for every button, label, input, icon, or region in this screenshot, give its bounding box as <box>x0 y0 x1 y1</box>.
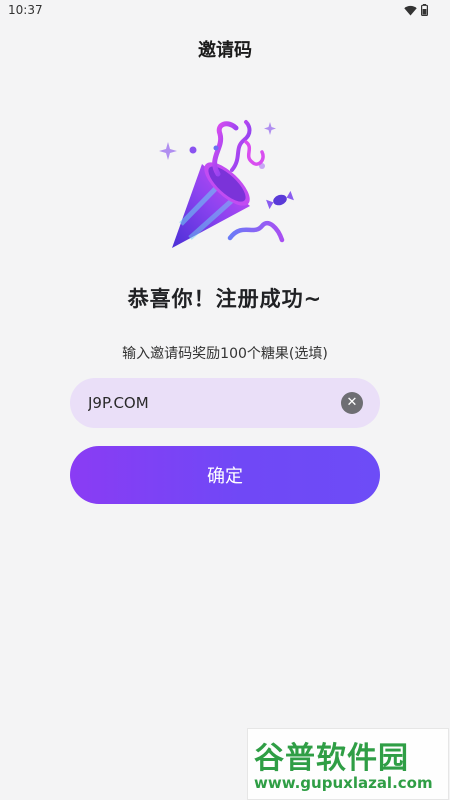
party-popper-icon <box>150 118 300 258</box>
status-bar: 10:37 <box>0 0 450 22</box>
watermark-logo: 谷普软件园 <box>254 741 409 776</box>
invite-hint-text: 输入邀请码奖励100个糖果(选填) <box>122 346 328 362</box>
battery-icon <box>421 4 429 19</box>
watermark: 谷普软件园 www.gupuxlazal.com <box>247 728 449 800</box>
page-title: 邀请码 <box>198 40 252 61</box>
success-headline: 恭喜你！注册成功~ <box>127 287 323 311</box>
watermark-url: www.gupuxlazal.com <box>254 774 433 792</box>
invite-code-input[interactable] <box>88 378 338 428</box>
confirm-button[interactable]: 确定 <box>70 446 380 504</box>
clear-icon[interactable]: ✕ <box>341 392 363 414</box>
wifi-icon <box>404 5 417 19</box>
status-icons <box>404 4 429 19</box>
invite-code-field: ✕ <box>70 378 380 428</box>
status-time: 10:37 <box>8 3 43 17</box>
